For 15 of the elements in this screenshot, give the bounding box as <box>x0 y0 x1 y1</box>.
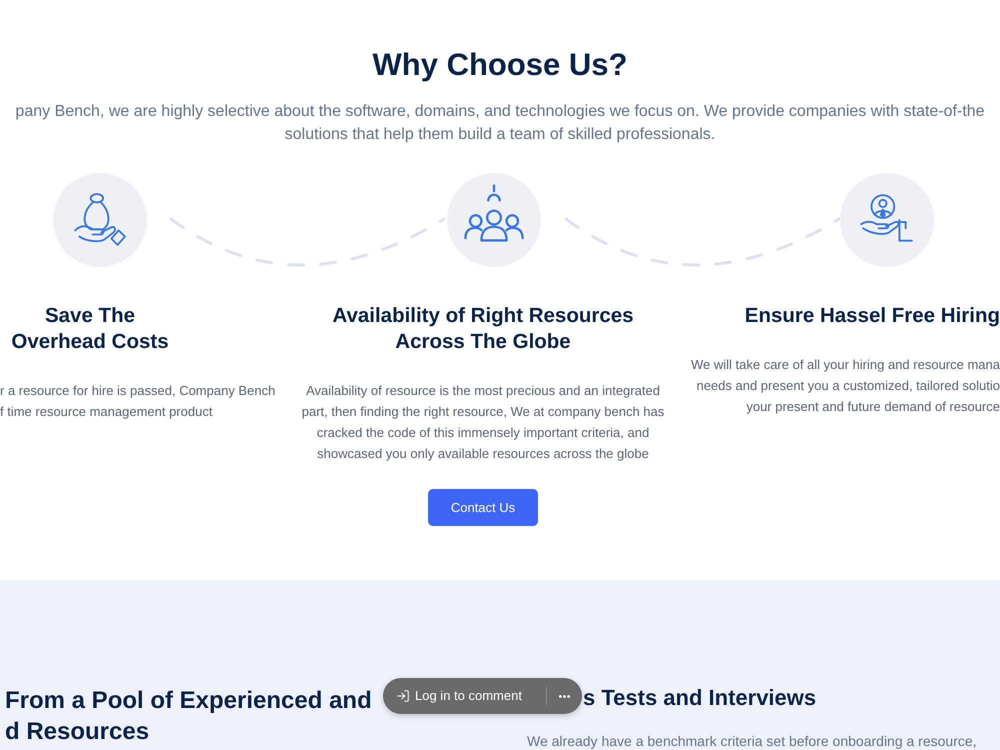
feature-description: Availability of resource is the most precious and an integrated part, then finding the right resource, We at company bench has cracked the code of this immensely important criteria, and showcased you only available resources across the globe <box>300 382 666 463</box>
feature-title: Save The Overhead Costs <box>10 303 170 355</box>
section-title: Why Choose Us? <box>372 46 628 84</box>
login-button[interactable]: Log in to comment <box>396 686 522 706</box>
feature-description: We will take care of all your hiring and resource mana needs and present you a customized, tailored solutio your present and future demand of resource <box>690 356 1000 416</box>
login-icon <box>396 689 410 703</box>
intro-paragraph: pany Bench, we are highly selective about the software, domains, and technologies we focus on. We provide companies with state-of-the solutions that help them build a team of skilled professionals. <box>14 102 986 145</box>
section-heading: From a Pool of Experienced and d Resources <box>4 686 372 747</box>
feature-title: Availability of Right Resources Across The Globe <box>331 303 635 355</box>
more-icon <box>558 694 570 698</box>
feature-title: Ensure Hassel Free Hiring <box>744 303 1000 329</box>
section-text: We already have a benchmark criteria set before onboarding a resource, <box>527 732 977 750</box>
feature-description: r a resource for hire is passed, Company Bench f time resource management product <box>0 382 276 421</box>
section-heading: s Tests and Interviews <box>583 684 816 712</box>
contact-us-button[interactable]: Contact Us <box>428 489 538 526</box>
